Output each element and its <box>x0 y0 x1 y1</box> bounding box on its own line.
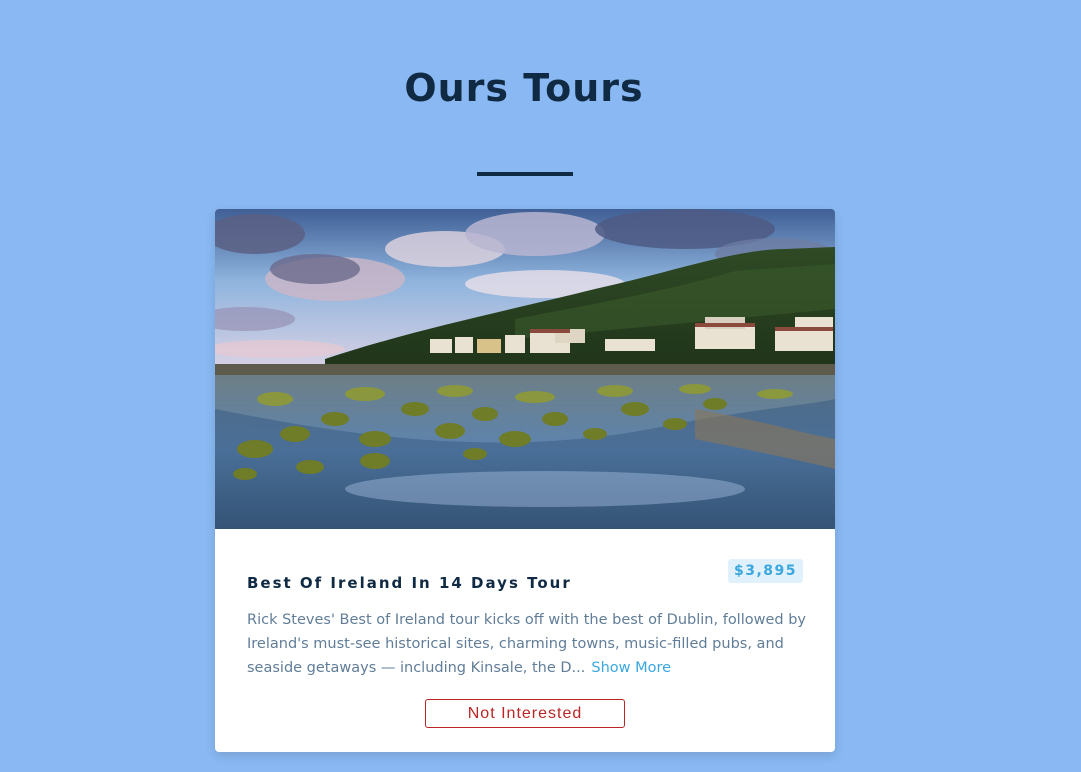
tours-page: Ours Tours Best Of Ireland In 14 Days To… <box>0 0 1081 772</box>
tour-description-text: Rick Steves' Best of Ireland tour kicks … <box>247 612 806 676</box>
tour-title: Best Of Ireland In 14 Days Tour <box>247 574 572 593</box>
tour-image <box>215 209 835 529</box>
show-more-link[interactable]: Show More <box>591 660 671 676</box>
not-interested-button[interactable]: Not Interested <box>425 699 625 728</box>
tour-price-badge: $3,895 <box>728 559 803 583</box>
title-underline <box>477 172 573 176</box>
tour-description: Rick Steves' Best of Ireland tour kicks … <box>247 608 807 680</box>
page-title: Ours Tours <box>404 66 644 110</box>
tour-card: Best Of Ireland In 14 Days Tour $3,895 R… <box>215 209 835 752</box>
